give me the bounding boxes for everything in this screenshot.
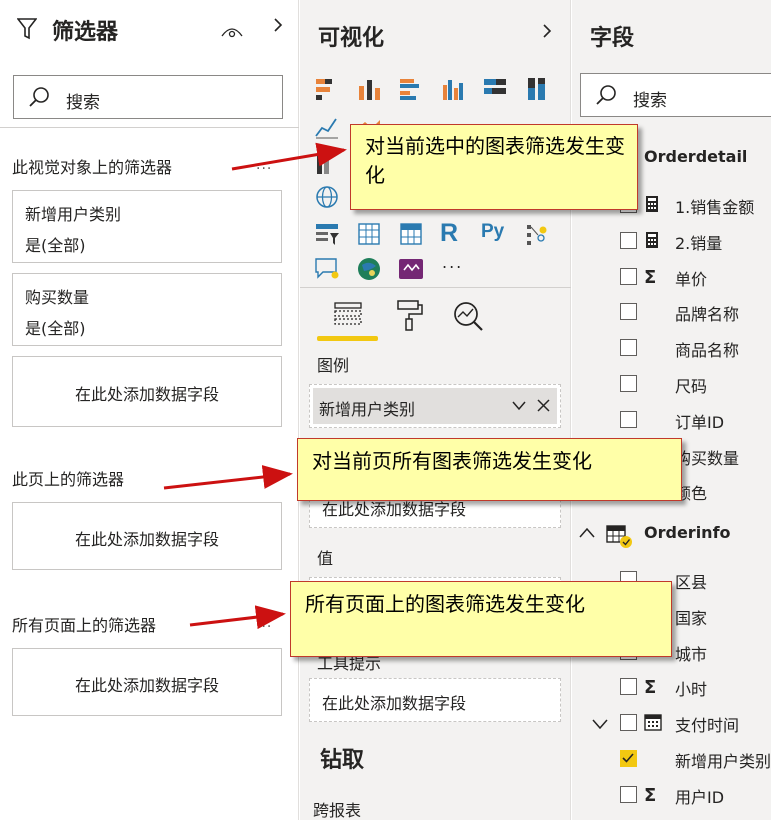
arrow-visual	[231, 142, 347, 171]
arrow-all-pages	[189, 605, 286, 630]
arrow-page	[163, 465, 293, 490]
annotation-arrows	[163, 142, 347, 630]
